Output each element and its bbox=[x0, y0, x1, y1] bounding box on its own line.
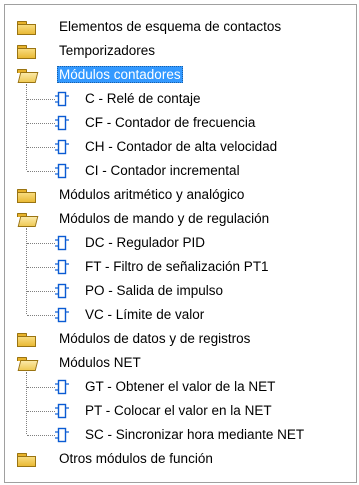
tree-connector bbox=[27, 243, 55, 244]
function-block-icon bbox=[55, 403, 69, 419]
tree-item-c-counting-relay[interactable]: C - Relé de contaje bbox=[5, 87, 356, 111]
tree-item-other-function-modules[interactable]: Otros módulos de función bbox=[5, 447, 356, 471]
function-block-icon bbox=[55, 235, 69, 251]
folder-open-icon bbox=[17, 357, 39, 371]
tree-item-gt-get-net-value[interactable]: GT - Obtener el valor de la NET bbox=[5, 375, 356, 399]
tree-item-label: Módulos aritmético y analógico bbox=[59, 187, 245, 202]
tree-item-vc-value-limit[interactable]: VC - Límite de valor bbox=[5, 303, 356, 327]
tree-connector bbox=[27, 171, 55, 172]
folder-closed-icon bbox=[17, 189, 36, 203]
tree-item-label: CF - Contador de frecuencia bbox=[85, 115, 256, 130]
tree-connector bbox=[27, 387, 55, 388]
tree-item-label: Módulos de mando y de regulación bbox=[59, 211, 270, 226]
tree-item-label: Módulos de datos y de registros bbox=[59, 331, 251, 346]
tree-item-label: VC - Límite de valor bbox=[85, 307, 205, 322]
tree-item-label: Otros módulos de función bbox=[59, 451, 213, 466]
tree-connector bbox=[27, 147, 55, 148]
tree-connector bbox=[27, 435, 55, 436]
tree-item-contact-elements[interactable]: Elementos de esquema de contactos bbox=[5, 15, 356, 39]
function-block-icon bbox=[55, 91, 69, 107]
function-block-icon bbox=[55, 259, 69, 275]
folder-open-icon bbox=[17, 213, 39, 227]
tree-item-label: C - Relé de contaje bbox=[85, 91, 201, 106]
function-block-icon bbox=[55, 379, 69, 395]
tree-item-label: GT - Obtener el valor de la NET bbox=[85, 379, 276, 394]
tree-item-label: PT - Colocar el valor en la NET bbox=[85, 403, 272, 418]
tree-connector bbox=[27, 123, 55, 124]
tree-item-po-pulse-output[interactable]: PO - Salida de impulso bbox=[5, 279, 356, 303]
tree-item-label: SC - Sincronizar hora mediante NET bbox=[85, 427, 305, 442]
function-block-icon bbox=[55, 115, 69, 131]
folder-closed-icon bbox=[17, 45, 36, 59]
tree-connector bbox=[27, 411, 55, 412]
tree-item-timers[interactable]: Temporizadores bbox=[5, 39, 356, 63]
tree-item-pt-put-net-value[interactable]: PT - Colocar el valor en la NET bbox=[5, 399, 356, 423]
tree-item-counter-modules[interactable]: Módulos contadores bbox=[5, 63, 356, 87]
tree-item-arithmetic-analog-modules[interactable]: Módulos aritmético y analógico bbox=[5, 183, 356, 207]
tree-item-label: CH - Contador de alta velocidad bbox=[85, 139, 278, 154]
tree-item-sc-sync-time-net[interactable]: SC - Sincronizar hora mediante NET bbox=[5, 423, 356, 447]
tree-item-net-modules[interactable]: Módulos NET bbox=[5, 351, 356, 375]
tree-item-label: PO - Salida de impulso bbox=[85, 283, 224, 298]
tree-connector bbox=[27, 267, 55, 268]
tree-item-cf-frequency-counter[interactable]: CF - Contador de frecuencia bbox=[5, 111, 356, 135]
function-block-icon bbox=[55, 307, 69, 323]
function-block-icon bbox=[55, 139, 69, 155]
tree-item-label: DC - Regulador PID bbox=[85, 235, 206, 250]
tree-item-data-register-modules[interactable]: Módulos de datos y de registros bbox=[5, 327, 356, 351]
tree-connector bbox=[27, 291, 55, 292]
tree-item-label: Elementos de esquema de contactos bbox=[59, 19, 282, 34]
tree-item-label: Temporizadores bbox=[59, 43, 156, 58]
tree-item-ci-incremental-counter[interactable]: CI - Contador incremental bbox=[5, 159, 356, 183]
folder-closed-icon bbox=[17, 453, 36, 467]
function-block-icon bbox=[55, 427, 69, 443]
tree-item-label: Módulos NET bbox=[59, 355, 141, 370]
tree-connector bbox=[27, 99, 55, 100]
tree-item-dc-pid-controller[interactable]: DC - Regulador PID bbox=[5, 231, 356, 255]
folder-open-icon bbox=[17, 69, 39, 83]
tree-item-ft-pt1-filter[interactable]: FT - Filtro de señalización PT1 bbox=[5, 255, 356, 279]
function-tree-panel: Elementos de esquema de contactos Tempor… bbox=[4, 4, 357, 483]
folder-closed-icon bbox=[17, 333, 36, 347]
tree-item-control-regulation-modules[interactable]: Módulos de mando y de regulación bbox=[5, 207, 356, 231]
tree-item-ch-high-speed-counter[interactable]: CH - Contador de alta velocidad bbox=[5, 135, 356, 159]
tree-item-label: FT - Filtro de señalización PT1 bbox=[85, 259, 269, 274]
tree-item-label: CI - Contador incremental bbox=[85, 163, 240, 178]
function-block-icon bbox=[55, 283, 69, 299]
folder-closed-icon bbox=[17, 21, 36, 35]
function-block-icon bbox=[55, 163, 69, 179]
tree-connector bbox=[27, 315, 55, 316]
tree-item-label: Módulos contadores bbox=[57, 66, 183, 83]
